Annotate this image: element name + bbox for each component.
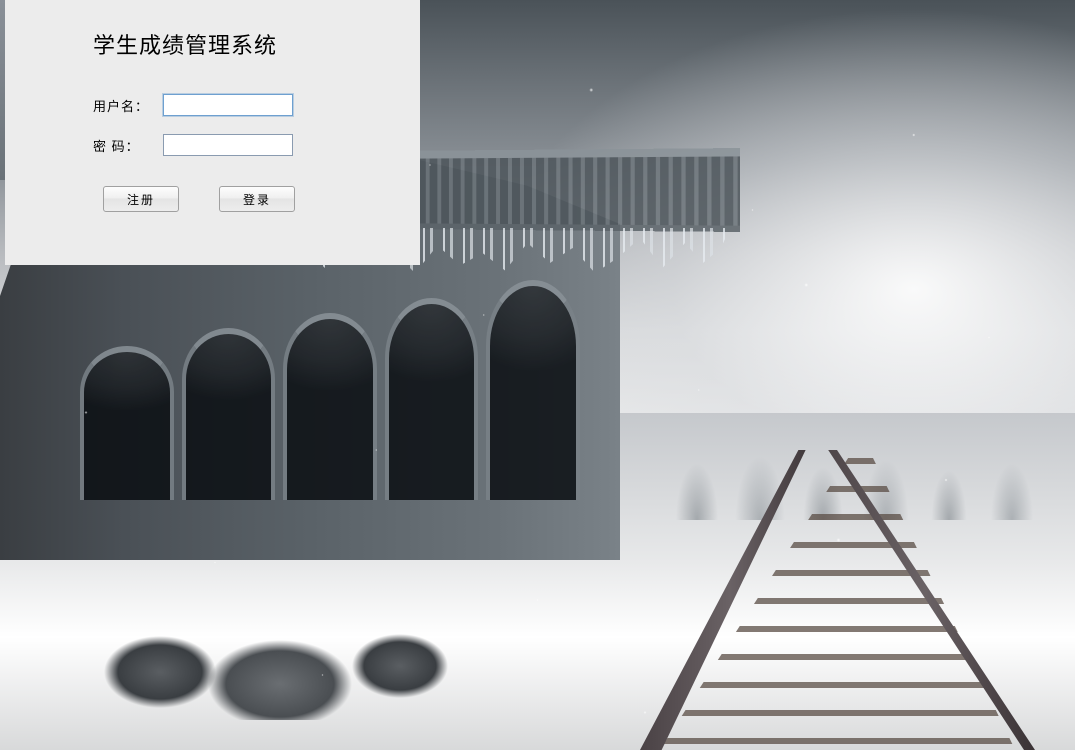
username-row: 用户名： bbox=[93, 94, 380, 116]
foreground-rocks bbox=[80, 600, 480, 720]
username-label: 用户名： bbox=[93, 96, 163, 115]
password-row: 密 码： bbox=[93, 134, 380, 156]
password-label: 密 码： bbox=[93, 136, 163, 155]
system-title: 学生成绩管理系统 bbox=[93, 28, 380, 60]
password-input[interactable] bbox=[163, 134, 293, 156]
login-button[interactable]: 登录 bbox=[219, 186, 295, 212]
username-input[interactable] bbox=[163, 94, 293, 116]
login-panel: 学生成绩管理系统 用户名： 密 码： 注册 登录 bbox=[5, 0, 420, 265]
button-row: 注册 登录 bbox=[103, 186, 380, 212]
register-button[interactable]: 注册 bbox=[103, 186, 179, 212]
